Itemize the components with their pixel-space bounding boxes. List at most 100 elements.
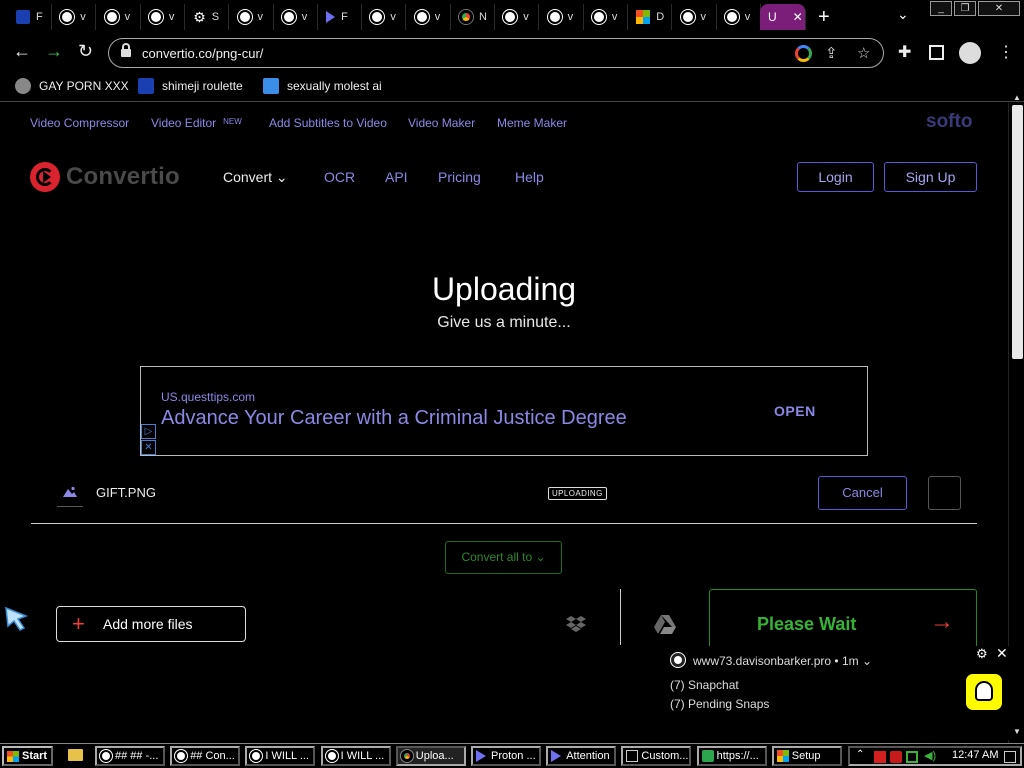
side-panel-icon[interactable] [929,45,944,60]
globe-icon [503,10,518,24]
video-editor-link[interactable]: Video Editor NEW [151,116,242,130]
nav-pricing[interactable]: Pricing [438,169,481,185]
nav-ocr[interactable]: OCR [324,169,355,185]
taskbar-button[interactable]: Proton ... [471,746,541,766]
taskbar-button-label: Uploa... [415,750,454,762]
volume-icon[interactable]: ◀) [924,749,936,762]
cancel-button[interactable]: Cancel [818,476,907,510]
taskbar-button[interactable]: Attention [546,746,617,766]
alert-icon[interactable] [890,751,902,763]
status-badge: UPLOADING [548,487,607,500]
nav-api[interactable]: API [385,169,408,185]
convertio-logo[interactable]: Convertio [30,162,180,192]
new-tab-button[interactable]: + [818,6,830,29]
softo-logo[interactable]: softo [926,111,972,133]
tab[interactable]: v [362,4,407,30]
taskbar-button[interactable]: I WILL ... [245,746,316,766]
network-icon[interactable] [906,751,918,763]
video-maker-link[interactable]: Video Maker [408,116,475,130]
scroll-down-arrow-icon[interactable]: ▼ [1013,727,1021,736]
plus-icon: + [72,611,85,636]
taskbar-button[interactable]: Custom... [621,746,692,766]
minimize-button[interactable]: _ [930,1,952,16]
ad-open-button[interactable]: OPEN [774,403,816,419]
please-wait-button[interactable]: Please Wait → [709,589,977,647]
taskbar-button[interactable]: https://... [696,746,767,766]
scrollbar-thumb[interactable] [1012,105,1023,359]
tab[interactable]: v [97,4,141,30]
tab-search-icon[interactable]: ⌄ [897,6,909,23]
tab[interactable]: v [52,4,97,30]
tab[interactable]: F [8,4,52,30]
taskbar-button[interactable]: ## Con... [170,746,241,766]
nav-help[interactable]: Help [515,169,544,185]
tab[interactable]: F [318,4,363,30]
extensions-icon[interactable]: ✚ [898,42,911,62]
ad-headline[interactable]: Advance Your Career with a Criminal Just… [161,407,627,430]
reload-icon[interactable]: ↻ [78,41,93,62]
globe-icon [100,750,112,762]
video-compressor-link[interactable]: Video Compressor [30,116,129,130]
dropbox-icon[interactable] [566,615,586,633]
tab[interactable]: v [495,4,540,30]
snapchat-icon [966,674,1002,710]
start-button[interactable]: Start [2,746,53,766]
meme-maker-link[interactable]: Meme Maker [497,116,567,130]
tab[interactable]: D [628,4,673,30]
tab-strip: Fv v v ⚙ Sv v Fv v Nv v v Dv v U ✕ + ⌄ _ ❐ ✕ [0,0,1024,34]
tab[interactable]: v [717,4,761,30]
menu-kebab-icon[interactable]: ⋮ [998,42,1014,62]
share-icon[interactable]: ⇪ [825,44,838,62]
close-window-button[interactable]: ✕ [978,1,1020,16]
close-icon[interactable]: ✕ [793,10,803,24]
nav-convert[interactable]: Convert ⌄ [223,169,288,186]
signup-button[interactable]: Sign Up [884,162,977,192]
tab[interactable]: v [673,4,717,30]
taskbar-button[interactable]: ## ## -... [95,746,165,766]
add-more-files-button[interactable]: + Add more files [56,606,246,642]
bookmark-star-icon[interactable]: ☆ [857,44,870,62]
tab[interactable]: v [230,4,274,30]
google-drive-icon[interactable] [654,615,676,634]
show-desktop-icon[interactable] [1004,751,1016,763]
file-options-button[interactable] [928,476,961,510]
bookmark-item[interactable]: sexually molest ai [263,78,382,94]
ad-domain[interactable]: US.questtips.com [161,390,255,404]
lock-icon[interactable] [121,43,131,58]
tab-active[interactable]: U ✕ [760,4,806,30]
ad-close-icon[interactable]: ✕ [141,440,156,455]
scroll-up-arrow-icon[interactable]: ▲ [1013,93,1021,102]
chrome-notification[interactable]: www73.davisonbarker.pro • 1m ⌄ ⚙ ✕ (7) S… [662,645,1012,740]
bookmark-item[interactable]: GAY PORN XXX [15,78,129,94]
address-bar[interactable]: convertio.co/png-cur/ ⇪ ☆ [108,38,884,68]
restore-button[interactable]: ❐ [954,1,976,16]
tab[interactable]: ⚙ S [185,4,230,30]
tab[interactable]: v [584,4,628,30]
convert-all-dropdown[interactable]: Convert all to ⌄ [445,541,562,574]
profile-avatar[interactable] [959,42,981,64]
bookmark-item[interactable]: shimeji roulette [138,78,243,94]
taskbar-button-label: ## Con... [190,750,235,762]
notification-close-icon[interactable]: ✕ [996,645,1008,662]
taskbar-button[interactable]: Uploa... [395,746,466,766]
ad-choices-icon[interactable]: ▷ [141,424,156,439]
security-flag-icon[interactable] [874,751,886,763]
add-subtitles-link[interactable]: Add Subtitles to Video [269,116,387,130]
tab[interactable]: v [274,4,318,30]
google-lens-icon[interactable] [795,45,812,62]
notification-settings-icon[interactable]: ⚙ [976,646,988,662]
tab-label: v [390,11,396,23]
tab[interactable]: v [540,4,584,30]
back-arrow-icon[interactable]: ← [13,41,31,62]
url-text[interactable]: convertio.co/png-cur/ [142,46,263,61]
taskbar-button[interactable]: I WILL ... [320,746,391,766]
tab[interactable]: N [451,4,495,30]
tab[interactable]: v [141,4,185,30]
tray-expand-icon[interactable]: ⌃ [856,749,868,761]
taskbar-button[interactable]: Setup [771,746,842,766]
folder-icon[interactable] [68,749,83,761]
tab[interactable]: v [407,4,451,30]
login-button[interactable]: Login [797,162,874,192]
forward-arrow-icon[interactable]: → [45,41,63,62]
advertisement[interactable]: US.questtips.com Advance Your Career wit… [140,366,868,456]
